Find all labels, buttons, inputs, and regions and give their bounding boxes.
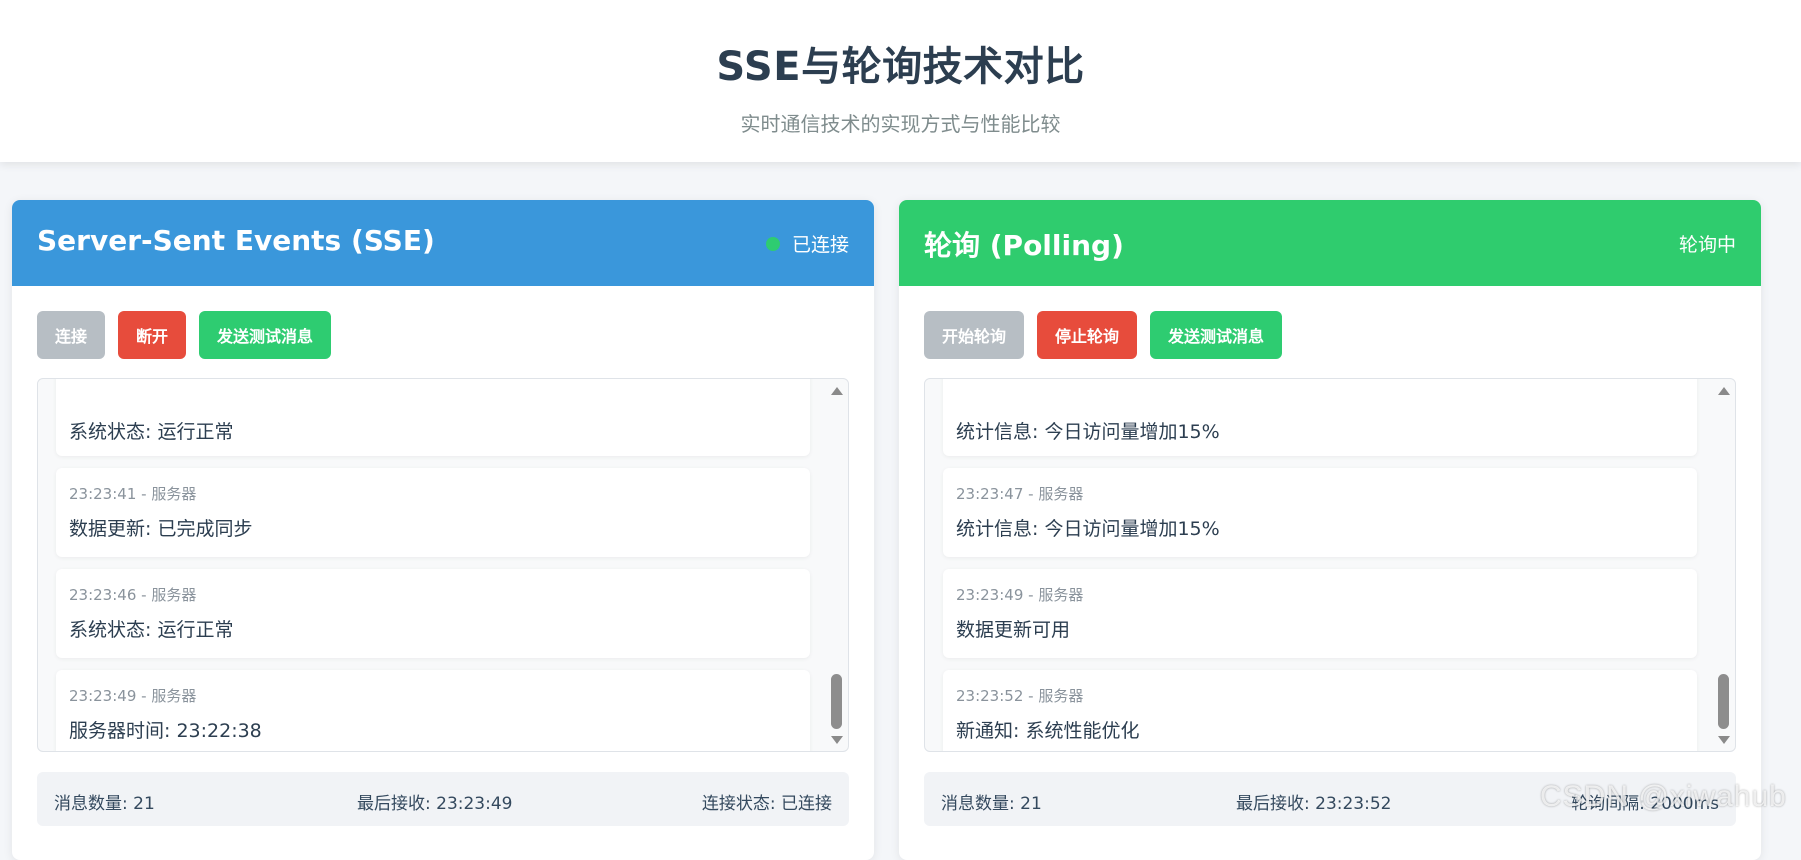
polling-panel-title: 轮询 (Polling) bbox=[924, 229, 1124, 262]
connect-button[interactable]: 连接 bbox=[37, 311, 106, 359]
list-item: 23:23:41 - 服务器 数据更新: 已完成同步 bbox=[56, 468, 810, 557]
message-text: 系统状态: 运行正常 bbox=[69, 421, 234, 443]
sse-controls: 连接 断开 发送测试消息 bbox=[37, 311, 332, 359]
message-meta: 23:23:49 - 服务器 bbox=[69, 687, 197, 705]
watermark: CSDN @xiwahub bbox=[1540, 780, 1787, 813]
scrollbar[interactable] bbox=[1713, 379, 1735, 751]
list-item: 统计信息: 今日访问量增加15% bbox=[943, 379, 1697, 456]
scroll-up-arrow-icon[interactable] bbox=[831, 387, 843, 395]
list-item: 23:23:49 - 服务器 服务器时间: 23:22:38 bbox=[56, 670, 810, 751]
sse-status-label: 已连接 bbox=[791, 234, 849, 256]
polling-controls: 开始轮询 停止轮询 发送测试消息 bbox=[924, 311, 1283, 359]
page-header: SSE与轮询技术对比 实时通信技术的实现方式与性能比较 bbox=[0, 0, 1801, 162]
sse-connection-status: 已连接 bbox=[765, 230, 849, 257]
list-item: 23:23:46 - 服务器 系统状态: 运行正常 bbox=[56, 569, 810, 658]
message-text: 服务器时间: 23:22:38 bbox=[69, 720, 262, 742]
list-item: 系统状态: 运行正常 bbox=[56, 379, 810, 456]
message-text: 数据更新可用 bbox=[956, 619, 1071, 641]
list-item: 23:23:47 - 服务器 统计信息: 今日访问量增加15% bbox=[943, 468, 1697, 557]
scroll-down-arrow-icon[interactable] bbox=[831, 736, 843, 744]
polling-send-test-button[interactable]: 发送测试消息 bbox=[1150, 311, 1283, 359]
message-meta: 23:23:52 - 服务器 bbox=[956, 687, 1084, 705]
list-item: 23:23:49 - 服务器 数据更新可用 bbox=[943, 569, 1697, 658]
list-item: 23:23:52 - 服务器 新通知: 系统性能优化 bbox=[943, 670, 1697, 751]
sse-panel-title: Server-Sent Events (SSE) bbox=[37, 224, 435, 257]
message-text: 统计信息: 今日访问量增加15% bbox=[956, 421, 1220, 443]
scroll-thumb[interactable] bbox=[1718, 674, 1729, 729]
last-received: 最后接收: 23:23:52 bbox=[1236, 794, 1392, 814]
sse-message-list[interactable]: 系统状态: 运行正常 23:23:41 - 服务器 数据更新: 已完成同步 23… bbox=[37, 378, 849, 752]
page-subtitle: 实时通信技术的实现方式与性能比较 bbox=[740, 112, 1061, 136]
polling-panel: 轮询 (Polling) 轮询中 开始轮询 停止轮询 发送测试消息 统计信息: … bbox=[899, 200, 1761, 860]
page-title: SSE与轮询技术对比 bbox=[716, 44, 1085, 90]
scroll-thumb[interactable] bbox=[831, 674, 842, 729]
scroll-down-arrow-icon[interactable] bbox=[1718, 736, 1730, 744]
status-dot-icon bbox=[765, 236, 780, 251]
disconnect-button[interactable]: 断开 bbox=[118, 311, 187, 359]
stop-polling-button[interactable]: 停止轮询 bbox=[1037, 311, 1138, 359]
sse-stats-bar: 消息数量: 21 最后接收: 23:23:49 连接状态: 已连接 bbox=[37, 772, 849, 826]
message-text: 数据更新: 已完成同步 bbox=[69, 518, 253, 540]
message-count: 消息数量: 21 bbox=[941, 794, 1042, 814]
sse-panel-header: Server-Sent Events (SSE) 已连接 bbox=[12, 200, 874, 286]
message-meta: 23:23:47 - 服务器 bbox=[956, 485, 1084, 503]
message-meta: 23:23:46 - 服务器 bbox=[69, 586, 197, 604]
message-text: 新通知: 系统性能优化 bbox=[956, 720, 1140, 742]
polling-panel-header: 轮询 (Polling) 轮询中 bbox=[899, 200, 1761, 286]
message-meta: 23:23:49 - 服务器 bbox=[956, 586, 1084, 604]
sse-panel: Server-Sent Events (SSE) 已连接 连接 断开 发送测试消… bbox=[12, 200, 874, 860]
connection-state: 连接状态: 已连接 bbox=[701, 794, 832, 814]
start-polling-button[interactable]: 开始轮询 bbox=[924, 311, 1025, 359]
polling-message-list[interactable]: 统计信息: 今日访问量增加15% 23:23:47 - 服务器 统计信息: 今日… bbox=[924, 378, 1736, 752]
message-text: 统计信息: 今日访问量增加15% bbox=[956, 518, 1220, 540]
message-text: 系统状态: 运行正常 bbox=[69, 619, 234, 641]
message-count: 消息数量: 21 bbox=[54, 794, 155, 814]
polling-status: 轮询中 bbox=[1679, 230, 1736, 257]
scroll-up-arrow-icon[interactable] bbox=[1718, 387, 1730, 395]
polling-status-label: 轮询中 bbox=[1678, 234, 1736, 256]
scrollbar[interactable] bbox=[826, 379, 848, 751]
message-meta: 23:23:41 - 服务器 bbox=[69, 485, 197, 503]
last-received: 最后接收: 23:23:49 bbox=[357, 794, 513, 814]
sse-send-test-button[interactable]: 发送测试消息 bbox=[199, 311, 332, 359]
